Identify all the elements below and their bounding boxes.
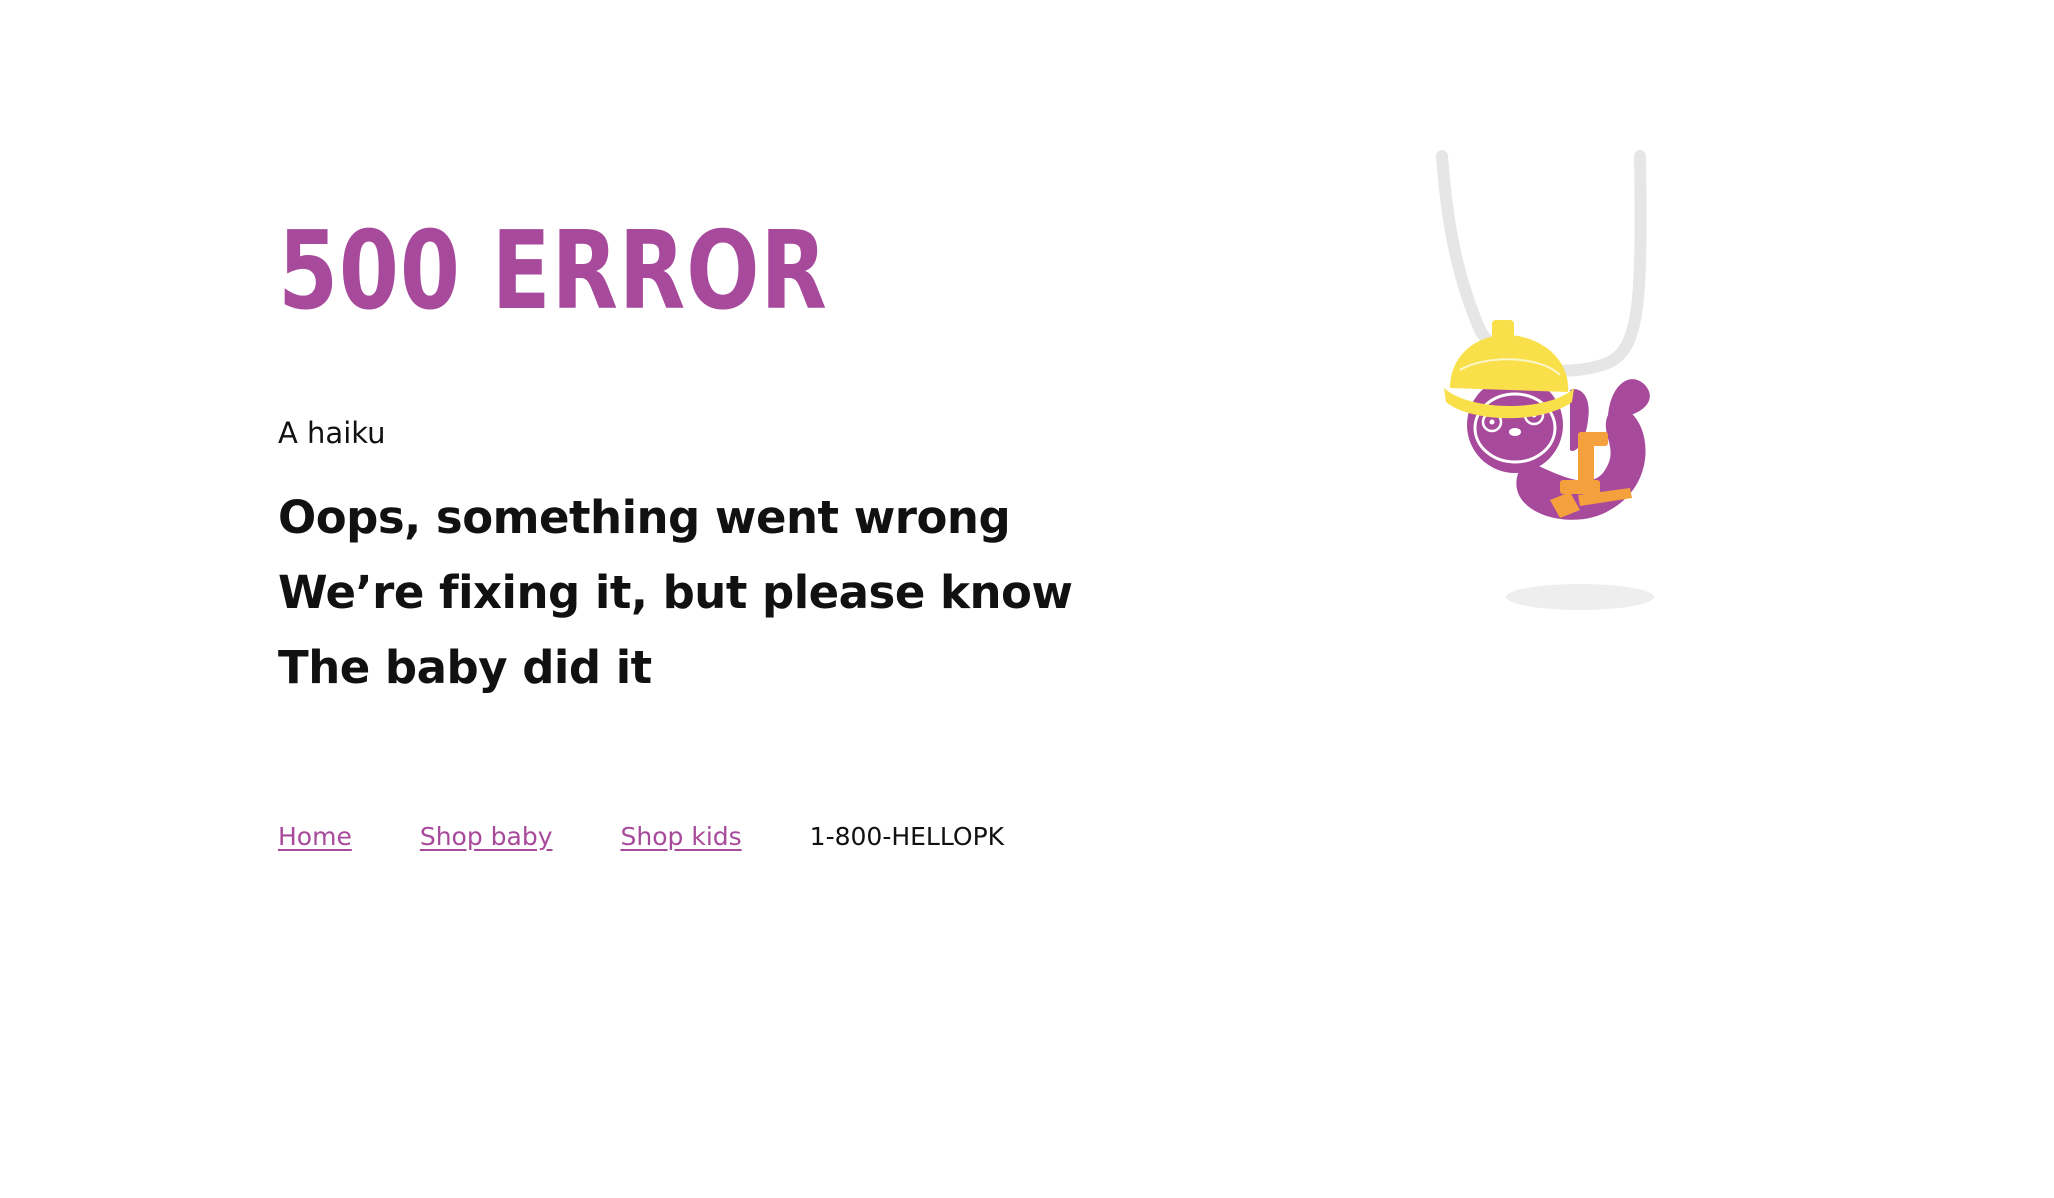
rope-icon	[1436, 150, 1647, 377]
haiku-line: The baby did it	[278, 641, 652, 694]
phone-number: 1-800-HELLOPK	[809, 822, 1005, 851]
page-title: 500 ERROR	[278, 209, 828, 334]
shadow-icon	[1506, 584, 1654, 610]
home-link[interactable]: Home	[278, 822, 352, 851]
haiku-line: Oops, something went wrong	[278, 491, 1011, 544]
haiku: Oops, something went wrong We’re fixing …	[278, 480, 1073, 705]
footer-links: Home Shop baby Shop kids 1-800-HELLOPK	[278, 822, 1004, 851]
sloth-hardhat-icon	[1430, 150, 1730, 620]
haiku-label: A haiku	[278, 416, 386, 450]
shop-kids-link[interactable]: Shop kids	[621, 822, 742, 851]
shop-baby-link[interactable]: Shop baby	[420, 822, 553, 851]
haiku-line: We’re fixing it, but please know	[278, 566, 1073, 619]
